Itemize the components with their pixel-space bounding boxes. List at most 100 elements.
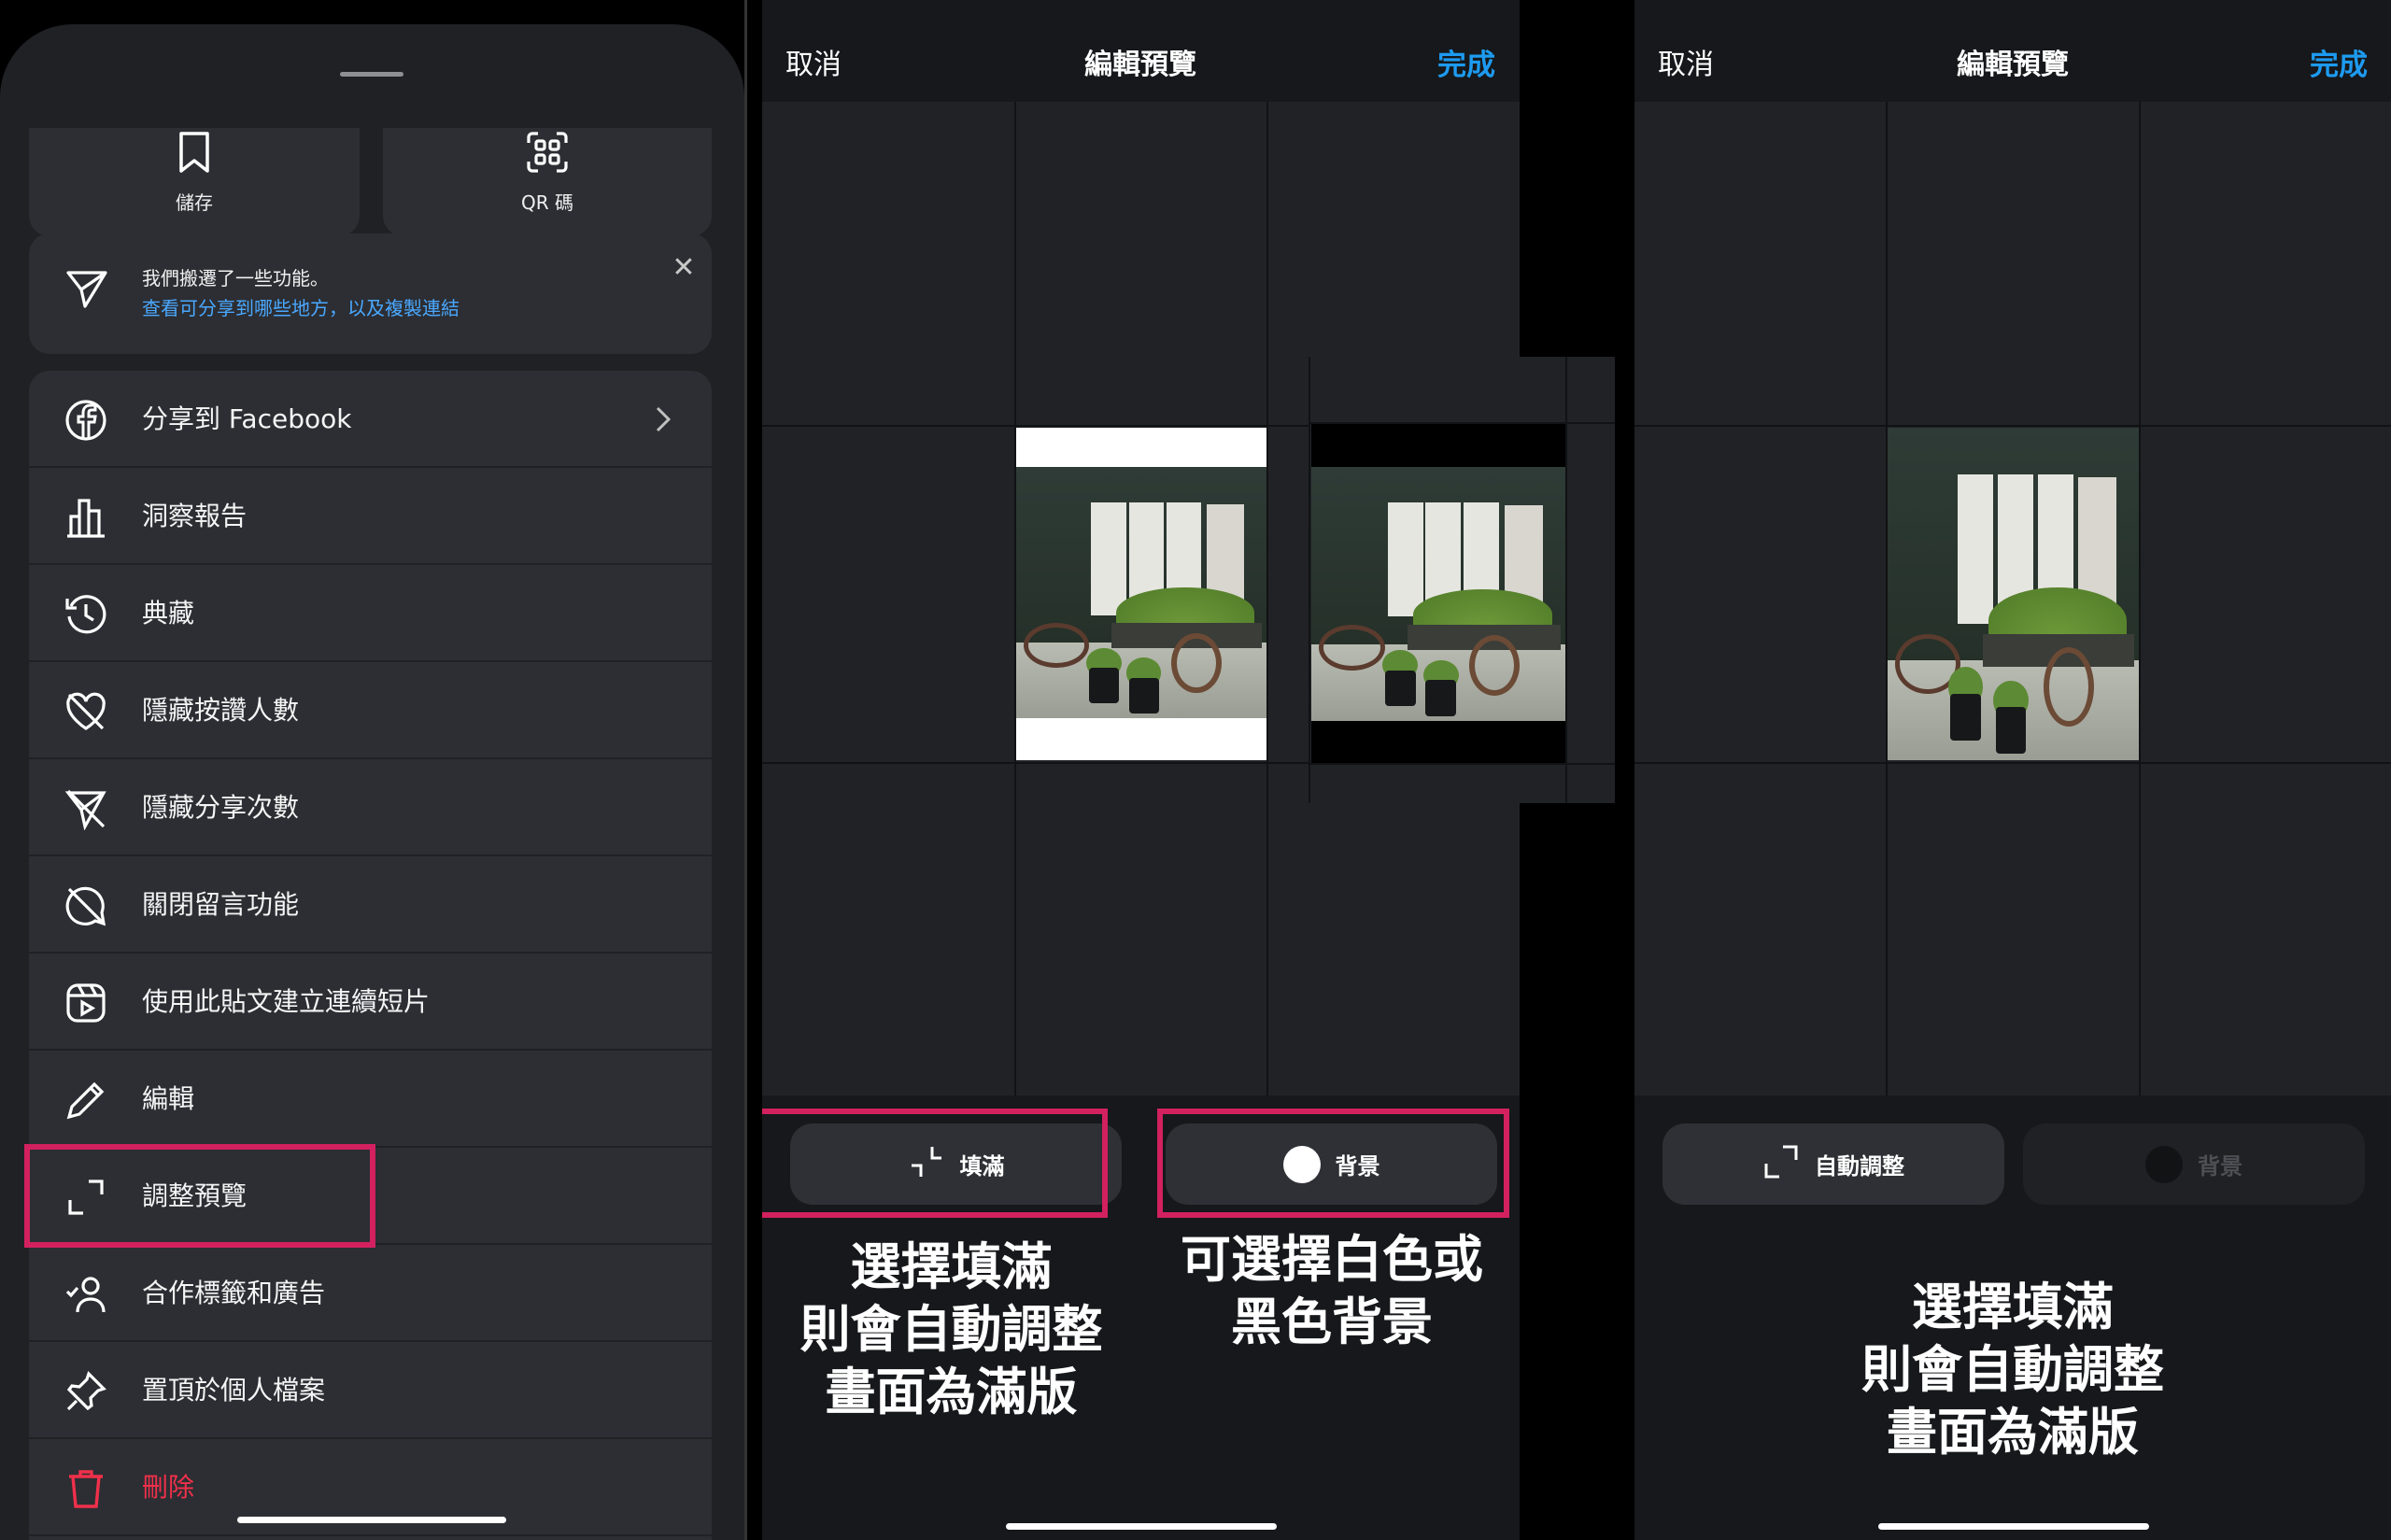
- menu-item-turn-off-comments[interactable]: 關閉留言功能: [29, 856, 712, 954]
- panel-divider: [744, 0, 747, 1540]
- save-label: 儲存: [176, 191, 213, 214]
- menu-label: 合作標籤和廣告: [142, 1278, 326, 1308]
- notice-text: 我們搬遷了一些功能。: [142, 267, 329, 290]
- photo-pot: [1995, 707, 2026, 754]
- preview-tile-white-background[interactable]: [1016, 428, 1266, 760]
- collab-icon: [64, 1273, 107, 1316]
- menu-label: 洞察報告: [142, 501, 248, 531]
- facebook-icon: [64, 399, 107, 442]
- chevron-right-icon: [648, 401, 676, 438]
- grid-line: [1309, 763, 1615, 765]
- reels-icon: [64, 982, 107, 1024]
- menu-label: 隱藏按讚人數: [142, 695, 300, 726]
- comments-off-icon: [64, 884, 107, 927]
- photo-bicycle: [1024, 622, 1089, 669]
- grid-line: [1266, 102, 1268, 1095]
- menu-label: 置頂於個人檔案: [142, 1375, 326, 1406]
- pin-icon: [64, 1370, 107, 1413]
- caption-line: 選擇填滿: [850, 1237, 1053, 1296]
- menu-item-hide-likes[interactable]: 隱藏按讚人數: [29, 662, 712, 759]
- menu-item-pin-to-profile[interactable]: 置頂於個人檔案: [29, 1342, 712, 1439]
- hide-shares-icon: [64, 787, 107, 831]
- hide-likes-icon: [64, 690, 107, 733]
- trash-icon: [64, 1467, 107, 1510]
- menu-item-hide-shares[interactable]: 隱藏分享次數: [29, 759, 712, 856]
- highlight-box-adjust-preview: [24, 1144, 375, 1248]
- menu-label: 關閉留言功能: [142, 889, 300, 920]
- home-indicator: [237, 1517, 506, 1523]
- menu-item-create-reel[interactable]: 使用此貼文建立連續短片: [29, 954, 712, 1051]
- photo-scene: [1888, 428, 2139, 760]
- cancel-button[interactable]: 取消: [785, 41, 842, 82]
- expand-icon: [1762, 1143, 1800, 1186]
- send-icon: [64, 267, 109, 312]
- menu-item-archive[interactable]: 典藏: [29, 565, 712, 662]
- photo-pot: [1384, 670, 1416, 706]
- photo-pot: [1088, 668, 1119, 703]
- top-bar: 取消 編輯預覽 完成: [1634, 0, 2391, 102]
- photo-wheel: [2043, 646, 2094, 728]
- caption-background: 可選擇白色或 黑色背景: [1145, 1228, 1519, 1353]
- bottom-toolbar: 填滿 背景 選擇填滿 則會自動調整 畫面為滿版 可選擇白色或 黑色背景: [762, 1095, 1520, 1540]
- feature-moved-notice: 我們搬遷了一些功能。 查看可分享到哪些地方，以及複製連結 ✕: [29, 233, 712, 354]
- photo-pot: [1128, 677, 1159, 713]
- profile-grid-preview: [1634, 102, 2391, 1095]
- auto-adjust-label: 自動調整: [1815, 1153, 1904, 1180]
- caption-line: 則會自動調整: [799, 1300, 1103, 1359]
- menu-item-edit[interactable]: 編輯: [29, 1051, 712, 1148]
- notice-link[interactable]: 查看可分享到哪些地方，以及複製連結: [142, 293, 460, 320]
- qr-code-button[interactable]: QR 碼: [383, 128, 712, 236]
- caption-line: 選擇填滿: [1912, 1278, 2114, 1336]
- done-button[interactable]: 完成: [2310, 41, 2368, 83]
- done-button[interactable]: 完成: [1437, 41, 1495, 83]
- menu-label: 隱藏分享次數: [142, 792, 300, 823]
- photo-pot: [1425, 680, 1457, 716]
- caption-line: 則會自動調整: [1861, 1340, 2164, 1399]
- photo-curtain: [1958, 473, 1993, 625]
- menu-item-collab-ads[interactable]: 合作標籤和廣告: [29, 1245, 712, 1342]
- home-indicator: [1878, 1523, 2149, 1530]
- menu-label: 刪除: [142, 1472, 195, 1503]
- photo-pot: [1950, 693, 1981, 741]
- caption-line: 畫面為滿版: [825, 1363, 1078, 1421]
- menu-item-insights[interactable]: 洞察報告: [29, 468, 712, 565]
- menu-item-share-facebook[interactable]: 分享到 Facebook: [29, 371, 712, 468]
- photo-wheel: [1171, 632, 1222, 694]
- sheet-drag-handle[interactable]: [340, 72, 403, 77]
- caption-line: 可選擇白色或: [1181, 1230, 1483, 1289]
- post-options-menu: 分享到 Facebook 洞察報告 典藏 隱藏按讚人數 隱藏分享次數 關閉留言功…: [29, 371, 712, 1540]
- home-indicator: [1006, 1523, 1277, 1530]
- preview-tile-filled[interactable]: [1888, 428, 2139, 760]
- bookmark-icon: [29, 128, 360, 177]
- page-title: 編輯預覽: [1084, 49, 1196, 81]
- photo-wheel: [1468, 634, 1521, 696]
- edit-preview-screen-right: 取消 編輯預覽 完成 自動調整 背景 選擇填滿 則會自動調整 畫面為滿版: [1634, 0, 2391, 1540]
- photo-curtain: [1091, 502, 1126, 615]
- page-title: 編輯預覽: [1957, 49, 2069, 81]
- caption-fill: 選擇填滿 則會自動調整 畫面為滿版: [1634, 1276, 2391, 1463]
- menu-label: 典藏: [142, 598, 195, 629]
- bottom-toolbar: 自動調整 背景 選擇填滿 則會自動調整 畫面為滿版: [1634, 1095, 2391, 1540]
- qr-code-label: QR 碼: [521, 191, 573, 214]
- photo-curtain: [1387, 502, 1423, 617]
- caption-fill: 選擇填滿 則會自動調整 畫面為滿版: [762, 1236, 1140, 1423]
- pencil-icon: [64, 1079, 107, 1122]
- background-button[interactable]: 背景: [2023, 1123, 2365, 1205]
- caption-line: 黑色背景: [1231, 1293, 1433, 1351]
- color-dot-icon: [2145, 1145, 2183, 1183]
- top-bar: 取消 編輯預覽 完成: [762, 0, 1520, 102]
- auto-adjust-button[interactable]: 自動調整: [1662, 1123, 2004, 1205]
- post-photo: [1311, 467, 1565, 721]
- highlight-box-fill: [762, 1109, 1108, 1218]
- background-button-label: 背景: [2198, 1153, 2242, 1180]
- menu-label: 使用此貼文建立連續短片: [142, 986, 431, 1017]
- preview-tile-zoomed: [1309, 357, 1615, 803]
- photo-scene: [1016, 467, 1266, 718]
- grid-line: [1634, 425, 2391, 427]
- close-icon[interactable]: ✕: [670, 254, 698, 282]
- save-button[interactable]: 儲存: [29, 128, 360, 236]
- grid-line: [1634, 762, 2391, 764]
- preview-tile-black-background[interactable]: [1311, 424, 1565, 763]
- grid-line: [2139, 102, 2141, 1095]
- cancel-button[interactable]: 取消: [1658, 41, 1714, 82]
